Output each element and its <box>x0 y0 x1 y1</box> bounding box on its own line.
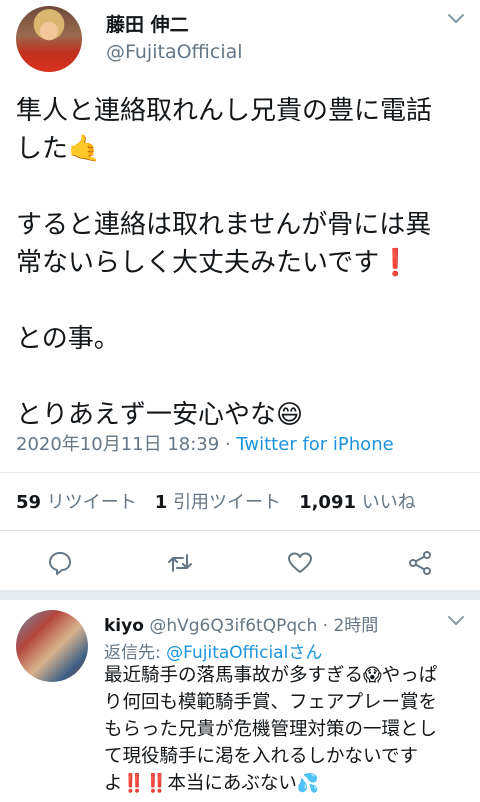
chevron-down-icon[interactable] <box>446 614 466 628</box>
reply-text: 最近騎手の落馬事故が多すぎる😱やっぱ り何回も模範騎手賞、フェアプレー賞を もら… <box>104 662 474 797</box>
call-me-hand-emoji: 🤙 <box>68 134 101 164</box>
retweet-icon[interactable] <box>167 550 193 576</box>
reply-time[interactable]: 2時間 <box>333 616 378 636</box>
reply-author-name[interactable]: kiyo <box>104 616 144 636</box>
reply-to-line: 返信先: @FujitaOfficialさん <box>104 643 323 663</box>
author-handle[interactable]: @FujitaOfficial <box>106 41 243 63</box>
tweet-line: とりあえず一安心やな😄 <box>16 400 304 430</box>
reply-line: て現役騎手に渇を入れるしかないです <box>104 746 418 767</box>
reply-header: kiyo @hVg6Q3if6tQPqch · 2時間 <box>104 616 379 636</box>
grin-emoji: 😄 <box>276 400 304 430</box>
reply-author-handle[interactable]: @hVg6Q3if6tQPqch <box>149 616 317 636</box>
author-avatar[interactable] <box>16 6 82 72</box>
reply-line: よ‼️‼️本当にあぶない💦 <box>104 773 320 794</box>
divider <box>0 530 480 531</box>
tweet-line: した🤙 <box>16 134 101 164</box>
reply-line: もらった兄貴が危機管理対策の一環とし <box>104 719 438 740</box>
tweet-line: すると連絡は取れませんが骨には異 <box>16 210 432 240</box>
retweets-stat[interactable]: 59 リツイート <box>16 492 137 513</box>
sweat-droplets-emoji: 💦 <box>296 773 320 794</box>
tweet-line: 常ないらしく大丈夫みたいです❗ <box>16 248 412 278</box>
exclamation-emoji: ❗ <box>379 248 412 278</box>
tweet-line: との事。 <box>16 324 120 354</box>
tweet-text: 隼人と連絡取れんし兄貴の豊に電話 した🤙 すると連絡は取れませんが骨には異 常な… <box>16 92 472 434</box>
tweet-timestamp[interactable]: 2020年10月11日 18:39 <box>16 434 219 455</box>
double-exclamation-emoji: ‼️ <box>122 773 145 794</box>
chevron-down-icon[interactable] <box>446 12 466 26</box>
likes-stat[interactable]: 1,091 いいね <box>299 492 416 513</box>
tweet-meta: 2020年10月11日 18:39 · Twitter for iPhone <box>16 434 394 455</box>
reply-avatar[interactable] <box>16 610 88 682</box>
double-exclamation-emoji: ‼️ <box>144 773 168 794</box>
quotes-stat[interactable]: 1 引用ツイート <box>155 492 281 513</box>
reply-icon[interactable] <box>47 550 73 576</box>
section-separator <box>0 590 480 600</box>
reply-line: 最近騎手の落馬事故が多すぎる😱やっぱ <box>104 665 438 686</box>
tweet-action-bar <box>0 540 480 586</box>
divider <box>0 472 480 473</box>
tweet-source-link[interactable]: Twitter for iPhone <box>236 434 393 455</box>
scream-emoji: 😱 <box>363 665 382 686</box>
tweet-stats: 59 リツイート 1 引用ツイート 1,091 いいね <box>16 488 416 514</box>
tweet-line: 隼人と連絡取れんし兄貴の豊に電話 <box>16 96 433 126</box>
reply-to-mention[interactable]: @FujitaOfficialさん <box>166 643 322 663</box>
share-icon[interactable] <box>407 550 433 576</box>
reply-line: り何回も模範騎手賞、フェアプレー賞を <box>104 692 438 713</box>
author-display-name[interactable]: 藤田 伸二 <box>106 10 189 37</box>
like-icon[interactable] <box>287 550 313 576</box>
